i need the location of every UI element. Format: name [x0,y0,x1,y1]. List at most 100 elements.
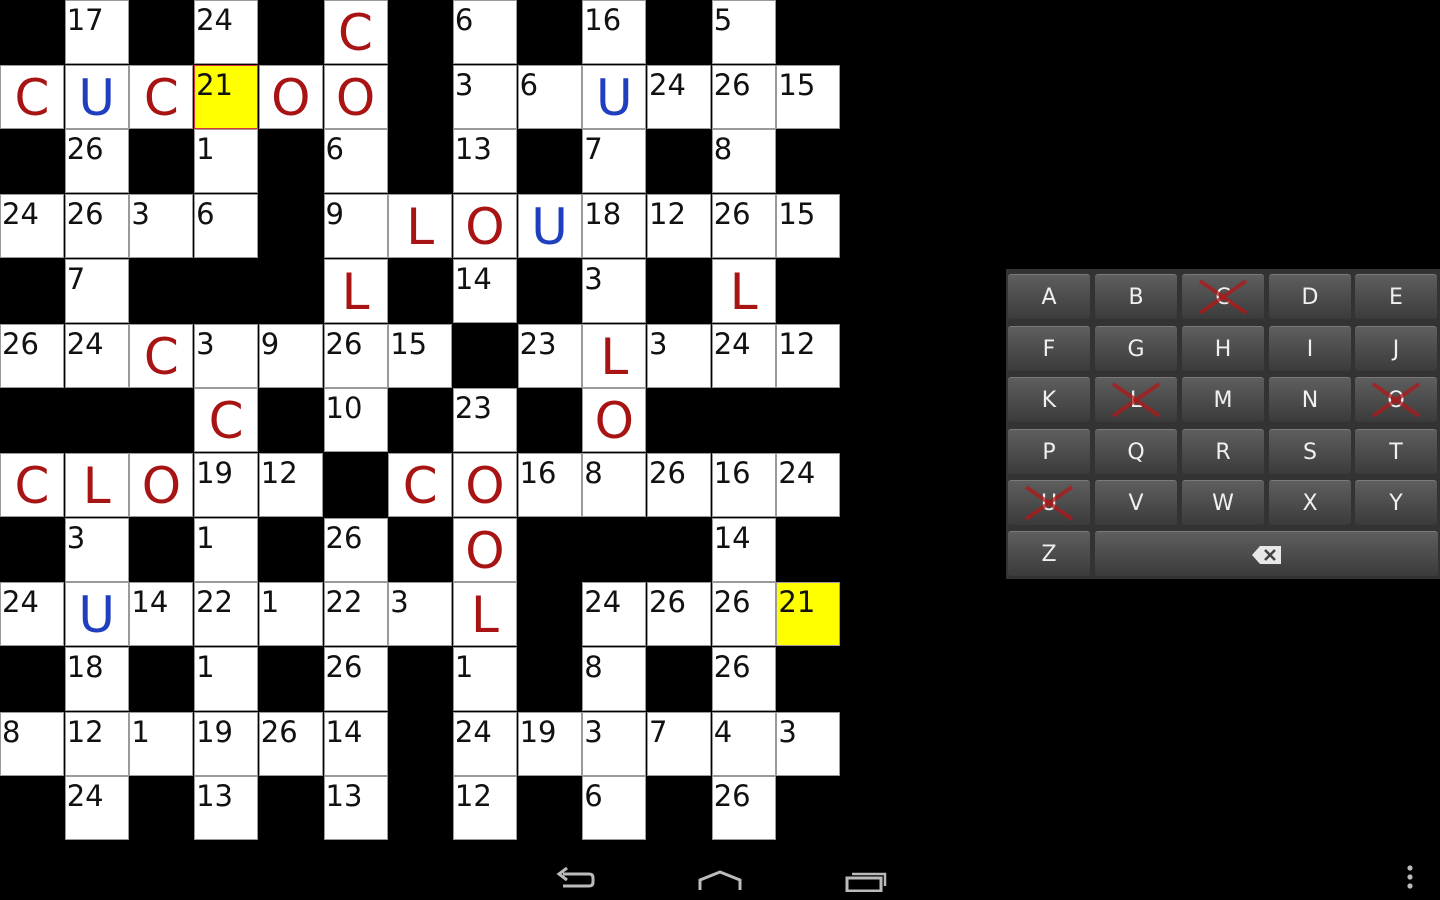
grid-cell[interactable]: 24 [194,0,259,64]
grid-cell[interactable]: 1 [452,647,517,711]
backspace-button[interactable] [1095,531,1438,576]
grid-cell[interactable]: 21 [194,64,259,129]
grid-cell[interactable]: 3 [388,582,453,647]
key-q[interactable]: Q [1095,429,1177,474]
key-o[interactable]: O [1355,377,1437,422]
grid-cell[interactable]: 3 [194,323,259,388]
key-t[interactable]: T [1355,429,1437,474]
grid-cell[interactable]: 14 [323,711,388,776]
grid-cell[interactable]: 24 [582,582,647,647]
grid-cell[interactable]: 14 [129,582,194,647]
grid-cell[interactable]: 18 [582,194,647,259]
key-v[interactable]: V [1095,480,1177,525]
grid-cell[interactable]: 7 [647,711,711,776]
grid-cell[interactable]: C [0,452,64,517]
grid-cell[interactable]: O [323,64,388,129]
grid-cell[interactable]: 18 [64,647,129,711]
grid-cell[interactable]: 1 [258,582,323,647]
grid-cell[interactable]: 26 [647,582,711,647]
key-e[interactable]: E [1355,274,1437,319]
key-j[interactable]: J [1355,326,1437,371]
key-h[interactable]: H [1182,326,1264,371]
grid-cell[interactable]: 8 [582,647,647,711]
grid-cell[interactable]: 6 [517,64,582,129]
grid-cell[interactable]: O [258,64,323,129]
grid-cell[interactable]: L [582,323,647,388]
grid-cell[interactable]: L [388,194,453,259]
grid-cell[interactable]: 1 [194,517,259,582]
grid-cell[interactable]: 3 [582,711,647,776]
grid-cell[interactable]: 26 [711,64,776,129]
grid-cell[interactable]: 4 [711,711,776,776]
key-r[interactable]: R [1182,429,1264,474]
grid-cell[interactable]: 8 [711,129,776,194]
grid-cell[interactable]: U [64,64,129,129]
grid-cell[interactable]: 7 [64,258,129,323]
grid-cell[interactable]: C [129,64,194,129]
grid-cell[interactable]: 12 [647,194,711,259]
key-a[interactable]: A [1008,274,1090,319]
grid-cell[interactable]: 1 [194,647,259,711]
grid-cell[interactable]: 3 [129,194,194,259]
grid-cell[interactable]: U [582,64,647,129]
grid-cell[interactable]: 26 [323,517,388,582]
grid-cell[interactable]: 26 [323,323,388,388]
key-s[interactable]: S [1269,429,1351,474]
key-y[interactable]: Y [1355,480,1437,525]
grid-cell[interactable]: 22 [194,582,259,647]
grid-cell[interactable]: O [452,517,517,582]
grid-cell[interactable]: 3 [647,323,711,388]
grid-cell[interactable]: 26 [64,129,129,194]
grid-cell[interactable]: 26 [258,711,323,776]
grid-cell[interactable]: 9 [323,194,388,259]
grid-cell[interactable]: 8 [0,711,64,776]
grid-cell[interactable]: 8 [582,452,647,517]
grid-cell[interactable]: L [323,258,388,323]
grid-cell[interactable]: C [388,452,453,517]
grid-cell[interactable]: 16 [517,452,582,517]
grid-cell[interactable]: 24 [64,776,129,841]
grid-cell[interactable]: C [129,323,194,388]
grid-cell[interactable]: 22 [323,582,388,647]
key-g[interactable]: G [1095,326,1177,371]
grid-cell[interactable]: O [452,452,517,517]
key-m[interactable]: M [1182,377,1264,422]
grid-cell[interactable]: 24 [64,323,129,388]
back-icon[interactable] [541,852,611,892]
key-l[interactable]: L [1095,377,1177,422]
grid-cell[interactable]: U [64,582,129,647]
grid-cell[interactable]: U [517,194,582,259]
grid-cell[interactable]: 12 [452,776,517,841]
grid-cell[interactable]: 24 [0,194,64,259]
grid-cell[interactable]: 13 [452,129,517,194]
grid-cell[interactable]: 24 [647,64,711,129]
grid-cell[interactable]: 3 [452,64,517,129]
grid-cell[interactable]: 26 [711,194,776,259]
home-icon[interactable] [686,852,756,892]
grid-cell[interactable]: 26 [711,647,776,711]
grid-cell[interactable]: 15 [776,194,841,259]
grid-cell[interactable]: 24 [0,582,64,647]
grid-cell[interactable]: 3 [776,711,841,776]
overflow-menu-icon[interactable] [1395,852,1425,892]
grid-cell[interactable]: C [0,64,64,129]
grid-cell[interactable]: 17 [64,0,129,64]
grid-cell[interactable]: 21 [776,582,841,647]
key-w[interactable]: W [1182,480,1264,525]
grid-cell[interactable]: 23 [517,323,582,388]
grid-cell[interactable]: 23 [452,388,517,453]
grid-cell[interactable]: 13 [323,776,388,841]
grid-cell[interactable]: 1 [194,129,259,194]
grid-cell[interactable]: 26 [323,647,388,711]
grid-cell[interactable]: 19 [194,711,259,776]
grid-cell[interactable]: 16 [582,0,647,64]
grid-cell[interactable]: 12 [64,711,129,776]
key-i[interactable]: I [1269,326,1351,371]
grid-cell[interactable]: 16 [711,452,776,517]
grid-cell[interactable]: 24 [776,452,841,517]
grid-cell[interactable]: 26 [711,776,776,841]
grid-cell[interactable]: 26 [64,194,129,259]
grid-cell[interactable]: 6 [323,129,388,194]
grid-cell[interactable]: L [64,452,129,517]
grid-cell[interactable]: 15 [388,323,453,388]
